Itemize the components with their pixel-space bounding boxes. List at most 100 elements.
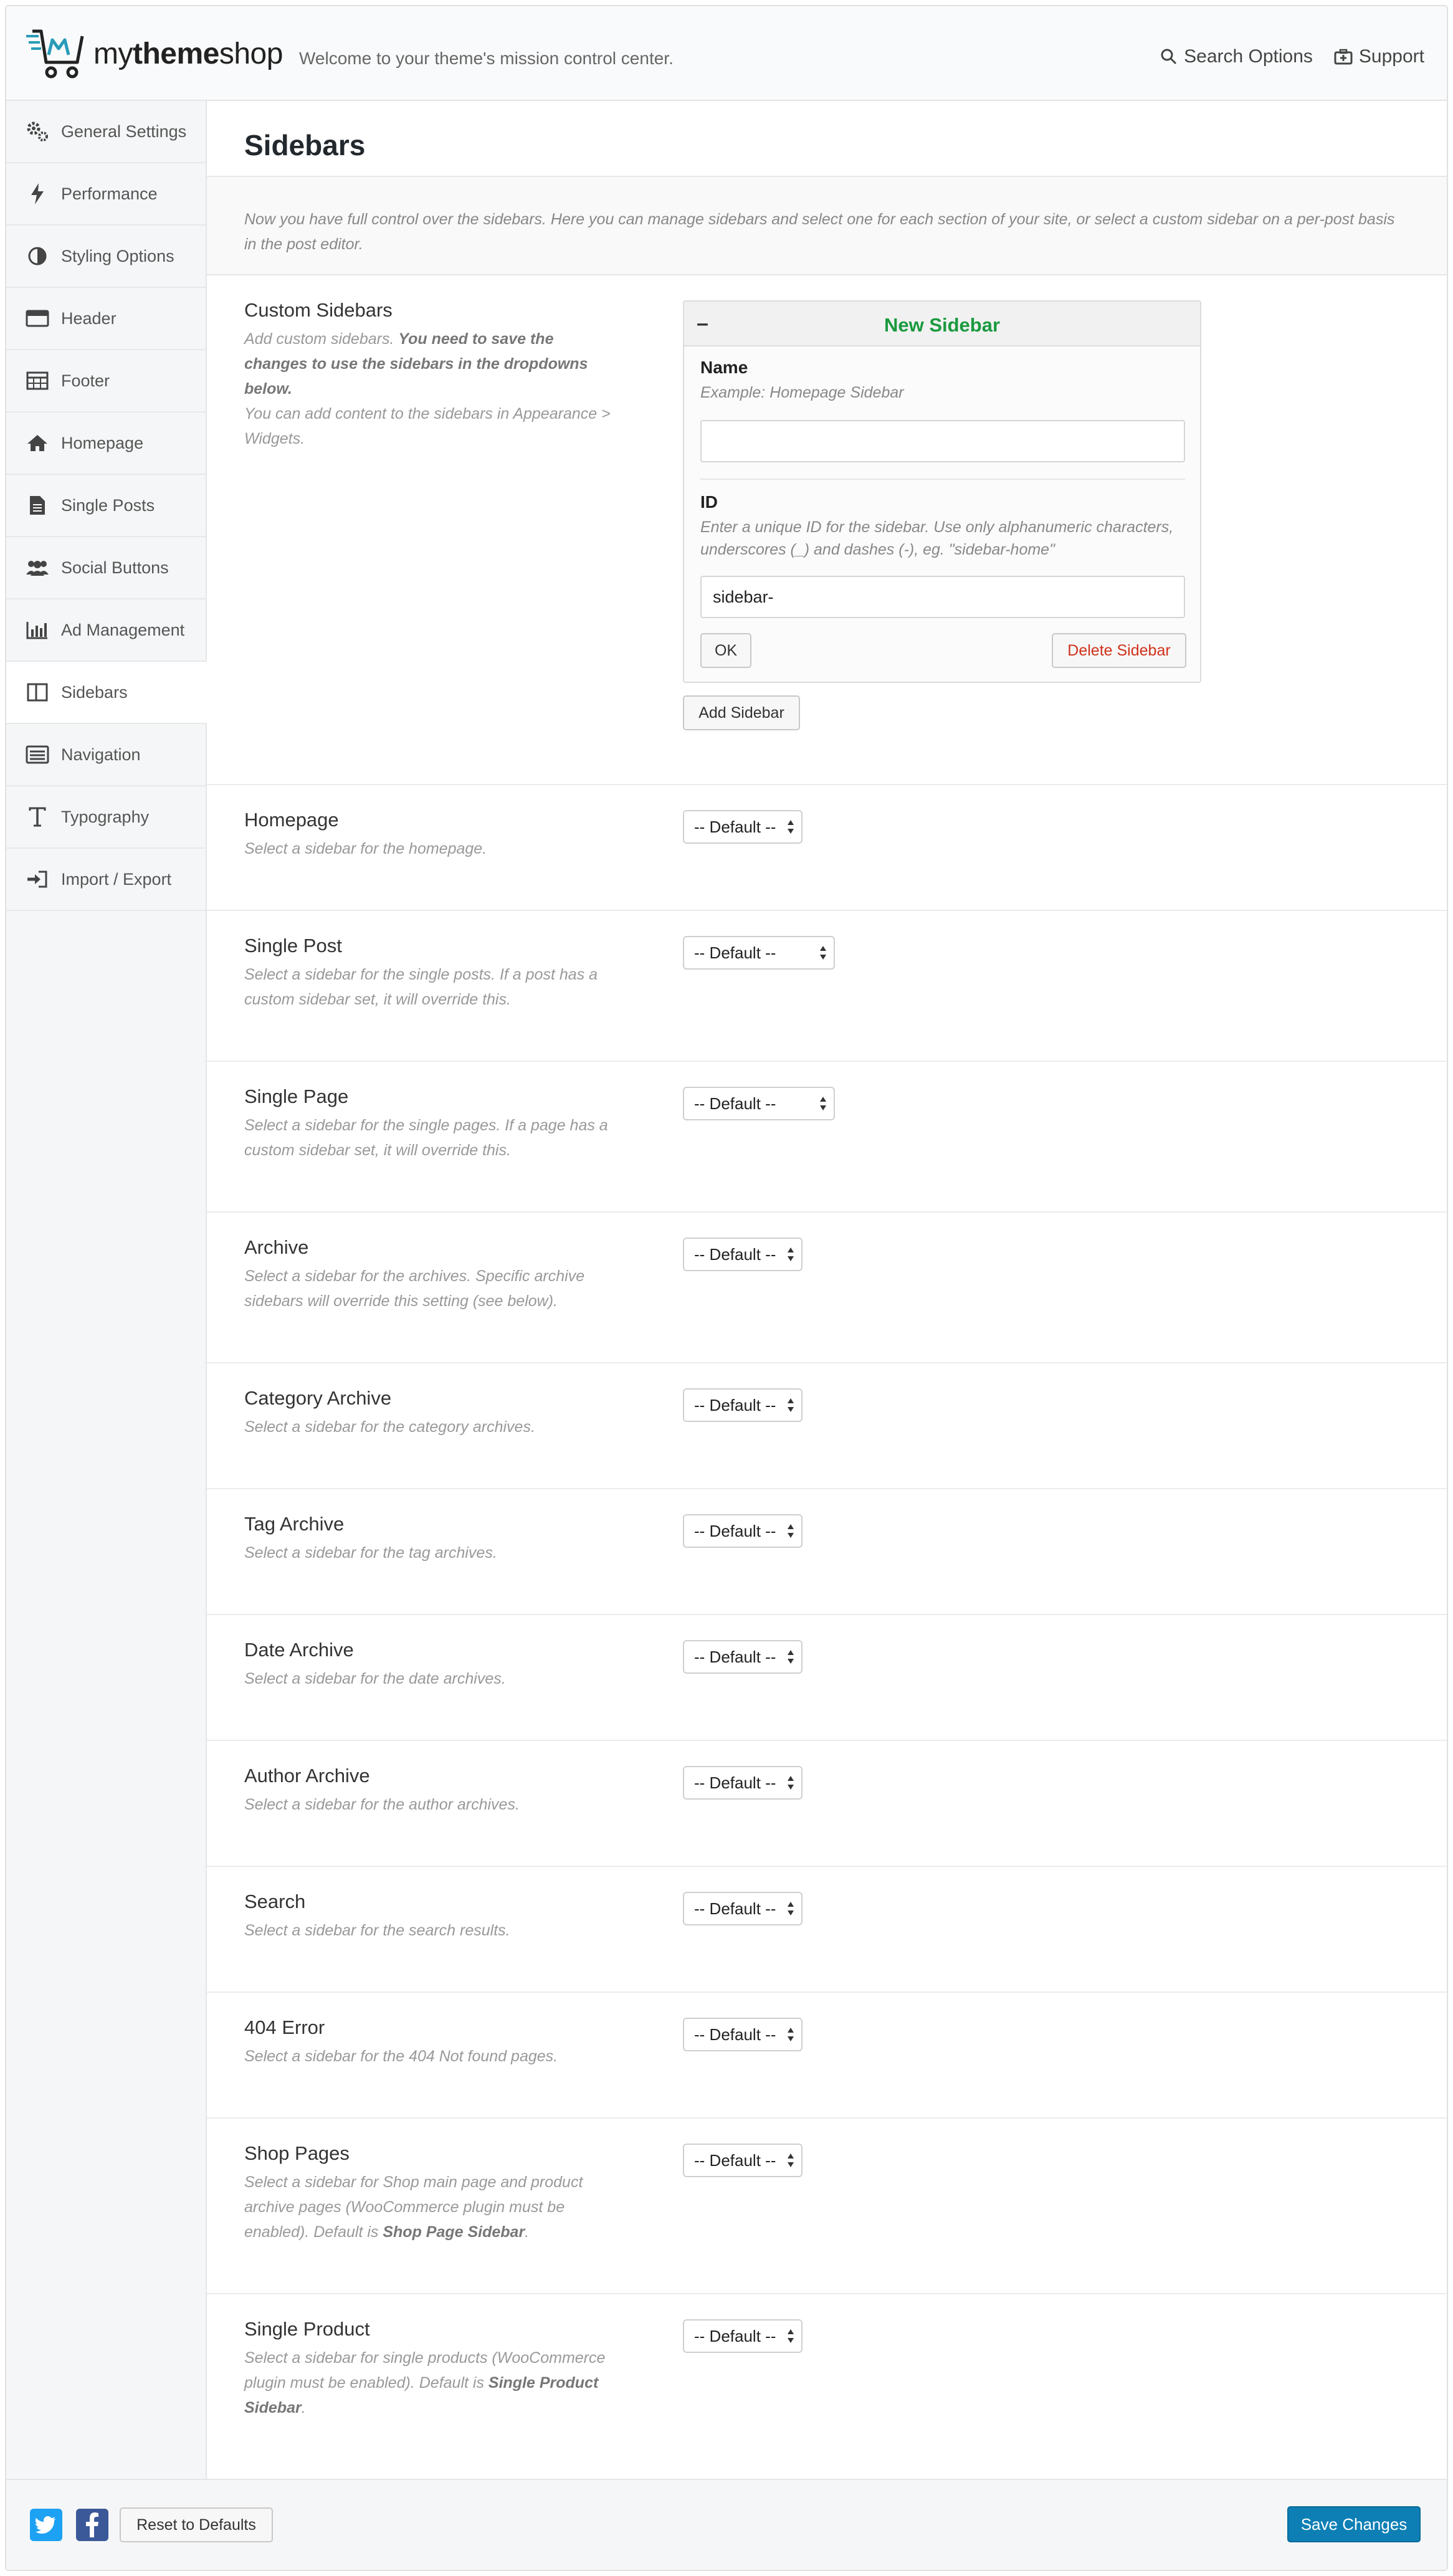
page-title: Sidebars	[244, 129, 366, 161]
sidebar-name-input[interactable]	[700, 420, 1185, 462]
setting-row-tag-archive: Tag Archive Select a sidebar for the tag…	[207, 1489, 1447, 1615]
options-panel: mythemeshop Welcome to your theme's miss…	[5, 5, 1448, 2571]
nav-item-performance[interactable]: Performance	[6, 163, 206, 226]
sidebar-select[interactable]: -- Default --	[683, 1087, 835, 1120]
sidebar-select[interactable]: -- Default --	[683, 1640, 803, 1674]
sidebar-select[interactable]: -- Default --	[683, 2144, 803, 2177]
row-description: Add custom sidebars. You need to save th…	[244, 330, 611, 447]
nav-item-homepage[interactable]: Homepage	[6, 413, 206, 475]
setting-row-author-archive: Author Archive Select a sidebar for the …	[207, 1741, 1447, 1867]
nav-label: Sidebars	[61, 682, 128, 702]
setting-row-shop-pages: Shop Pages Select a sidebar for Shop mai…	[207, 2119, 1447, 2294]
twitter-button[interactable]	[30, 2509, 62, 2541]
twitter-icon	[36, 2516, 55, 2534]
nav-item-ad-management[interactable]: Ad Management	[6, 599, 206, 662]
select-arrows-icon	[820, 1097, 826, 1110]
select-arrows-icon	[788, 2028, 794, 2041]
sidebar-select[interactable]: -- Default --	[683, 1388, 803, 1422]
text-icon	[25, 804, 50, 829]
id-label: ID	[700, 492, 718, 512]
row-description: Select a sidebar for the date archives.	[244, 1670, 506, 1687]
row-description: Select a sidebar for the 404 Not found p…	[244, 2048, 558, 2065]
ok-button[interactable]: OK	[700, 633, 751, 668]
sidebar-select[interactable]: -- Default --	[683, 1766, 803, 1800]
row-description: Select a sidebar for the single posts. I…	[244, 966, 598, 1008]
row-description: Select a sidebar for the category archiv…	[244, 1418, 535, 1436]
nav-item-header[interactable]: Header	[6, 288, 206, 350]
setting-row-single-page: Single Page Select a sidebar for the sin…	[207, 1062, 1447, 1213]
sidebar-select[interactable]: -- Default --	[683, 2018, 803, 2051]
name-hint: Example: Homepage Sidebar	[700, 384, 904, 401]
support-link[interactable]: Support	[1334, 46, 1424, 67]
nav-label: Performance	[61, 184, 158, 203]
sign-in-icon	[25, 867, 50, 892]
select-arrows-icon	[788, 1247, 794, 1261]
sidebar-select[interactable]: -- Default --	[683, 1514, 803, 1548]
sidebar-id-input[interactable]	[700, 576, 1185, 618]
sidebar-select[interactable]: -- Default --	[683, 2319, 803, 2353]
cart-logo-icon	[26, 29, 84, 79]
table-icon	[25, 368, 50, 393]
setting-row-archive: Archive Select a sidebar for the archive…	[207, 1213, 1447, 1363]
nav-item-footer[interactable]: Footer	[6, 350, 206, 413]
custom-sidebars-row: Custom Sidebars Add custom sidebars. You…	[207, 275, 1447, 785]
select-arrows-icon	[788, 1776, 794, 1790]
setting-row-category-archive: Category Archive Select a sidebar for th…	[207, 1363, 1447, 1489]
sidebar-select[interactable]: -- Default --	[683, 936, 835, 970]
select-arrows-icon	[788, 1398, 794, 1412]
delete-sidebar-button[interactable]: Delete Sidebar	[1052, 633, 1186, 668]
nav-item-import-export[interactable]: Import / Export	[6, 849, 206, 911]
row-description: Select a sidebar for the search results.	[244, 1922, 510, 1939]
row-title: Tag Archive	[244, 1513, 345, 1535]
reset-to-defaults-button[interactable]: Reset to Defaults	[120, 2507, 273, 2542]
columns-icon	[25, 680, 50, 705]
row-title: Custom Sidebars	[244, 299, 393, 321]
nav-label: Header	[61, 308, 117, 328]
row-description: Select a sidebar for the archives. Speci…	[244, 1267, 585, 1310]
nav-item-typography[interactable]: Typography	[6, 786, 206, 849]
setting-row-date-archive: Date Archive Select a sidebar for the da…	[207, 1615, 1447, 1741]
row-description: Select a sidebar for the homepage.	[244, 840, 487, 857]
row-title: Category Archive	[244, 1387, 392, 1409]
sidebar-select[interactable]: -- Default --	[683, 1892, 803, 1925]
main-content: Sidebars Now you have full control over …	[207, 101, 1447, 2479]
row-description: Select a sidebar for single products (Wo…	[244, 2349, 606, 2416]
gears-icon	[25, 119, 50, 144]
save-changes-button[interactable]: Save Changes	[1287, 2506, 1421, 2542]
first-aid-kit-icon	[1334, 49, 1353, 65]
row-title: Shop Pages	[244, 2142, 350, 2164]
nav-item-general-settings[interactable]: General Settings	[6, 101, 206, 163]
list-icon	[25, 742, 50, 767]
row-title: Author Archive	[244, 1765, 370, 1787]
home-icon	[25, 431, 50, 456]
support-label: Support	[1358, 46, 1424, 67]
sidebar-select[interactable]: -- Default --	[683, 810, 803, 844]
row-description: Select a sidebar for the tag archives.	[244, 1544, 497, 1562]
nav-item-sidebars[interactable]: Sidebars	[6, 662, 207, 724]
contrast-icon	[25, 244, 50, 269]
facebook-button[interactable]	[76, 2509, 108, 2541]
row-title: Date Archive	[244, 1639, 354, 1661]
intro-box: Now you have full control over the sideb…	[207, 177, 1447, 275]
facebook-icon	[86, 2512, 98, 2537]
nav-item-navigation[interactable]: Navigation	[6, 724, 206, 786]
search-options-link[interactable]: Search Options	[1160, 46, 1313, 67]
nav-item-styling-options[interactable]: Styling Options	[6, 226, 206, 288]
sidebar-select[interactable]: -- Default --	[683, 1238, 803, 1271]
bar-chart-icon	[25, 618, 50, 642]
nav-item-single-posts[interactable]: Single Posts	[6, 475, 206, 537]
row-title: Single Page	[244, 1085, 349, 1107]
nav-label: Ad Management	[61, 620, 185, 639]
users-icon	[25, 555, 50, 580]
row-description: Select a sidebar for Shop main page and …	[244, 2173, 583, 2241]
top-bar: mythemeshop Welcome to your theme's miss…	[6, 6, 1447, 101]
setting-row-search: Search Select a sidebar for the search r…	[207, 1867, 1447, 1993]
select-arrows-icon	[788, 1902, 794, 1915]
nav-label: Navigation	[61, 745, 141, 764]
add-sidebar-button[interactable]: Add Sidebar	[683, 695, 800, 730]
select-arrows-icon	[788, 2329, 794, 2343]
new-sidebar-header: – New Sidebar	[684, 302, 1200, 346]
options-nav: General Settings Performance Styling Opt…	[6, 101, 207, 2479]
select-arrows-icon	[788, 1524, 794, 1538]
nav-item-social-buttons[interactable]: Social Buttons	[6, 537, 206, 599]
